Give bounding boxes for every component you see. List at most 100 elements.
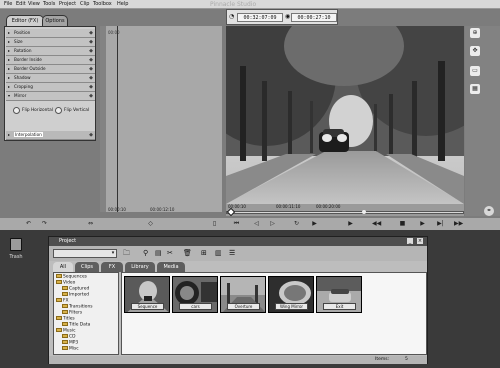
tab-all[interactable]: All — [53, 262, 73, 272]
fit-icon[interactable]: ⇔ — [86, 220, 95, 228]
timecode-bar: ◔ 00:32:07:09 ◉ 00:00:27:10 — [226, 9, 338, 25]
panel-row-border-inside[interactable]: ▸ Border Inside ◆ — [6, 56, 95, 65]
frame-forward-icon[interactable]: ▶| — [436, 220, 445, 228]
clip-thumbnail[interactable]: Exit — [316, 276, 362, 313]
minimize-icon[interactable]: _ — [407, 238, 413, 244]
tab-media[interactable]: Media — [157, 262, 185, 272]
view-icons-icon[interactable]: ⊞ — [201, 249, 210, 258]
panel-row-interpolation[interactable]: ▸ Interpolation ◆ — [6, 131, 95, 140]
redo-icon[interactable]: ↷ — [40, 220, 49, 228]
close-icon[interactable]: × — [417, 238, 423, 244]
stop-icon[interactable]: ■ — [398, 220, 407, 228]
menu-toolbox[interactable]: Toolbox — [93, 0, 112, 9]
tree-item-mp3[interactable]: MP3 — [62, 340, 78, 346]
panel-row-rotation[interactable]: ▸ Rotation ◆ — [6, 47, 95, 56]
panel-row-position[interactable]: ▸ Position ◆ — [6, 29, 95, 38]
tab-fx[interactable]: FX — [101, 262, 123, 272]
scrub-bar[interactable] — [226, 211, 464, 214]
undo-icon[interactable]: ↶ — [24, 220, 33, 228]
play-icon[interactable]: ▶ — [418, 220, 427, 228]
clip-label: Wing Mirror — [275, 303, 308, 310]
flip-horizontal-checkbox[interactable] — [13, 107, 20, 114]
panel-row-shadow[interactable]: ▸ Shadow ◆ — [6, 74, 95, 83]
tool-zoom-icon[interactable]: ⊕ — [470, 28, 480, 38]
clip-thumbnail[interactable]: Sequence — [124, 276, 170, 313]
tree-item-titles[interactable]: Titles — [56, 316, 75, 322]
tree-item-label: MP3 — [69, 340, 79, 346]
clip-label: cars — [179, 303, 212, 310]
loop-icon[interactable]: ↻ — [292, 220, 301, 228]
tree-item-video[interactable]: Video — [56, 280, 75, 286]
tool-safe-area-icon[interactable]: ▭ — [470, 66, 480, 76]
project-filter-select[interactable] — [53, 249, 117, 258]
next-keyframe-icon[interactable]: ▷ — [268, 220, 277, 228]
view-details-icon[interactable]: ▥ — [215, 249, 224, 258]
go-to-start-icon[interactable]: ⏮ — [232, 220, 241, 228]
menu-file[interactable]: File — [4, 0, 12, 9]
tool-pan-icon[interactable]: ✥ — [470, 46, 480, 56]
new-folder-icon[interactable]: ▤ — [155, 249, 164, 258]
menu-help[interactable]: Help — [117, 0, 128, 9]
step-icon[interactable]: ▶ — [310, 220, 319, 228]
clip-thumbnail[interactable]: Overture — [220, 276, 266, 313]
project-toolbar: ▾ 🗀 ⚲ ▤ ✂ 🗑 ⊞ ▥ ☰ — [49, 246, 427, 261]
tree-item-misc[interactable]: Misc — [62, 346, 79, 352]
trash-bin[interactable]: Trash — [6, 236, 26, 262]
tree-item-sequences[interactable]: Sequences — [56, 274, 87, 280]
clip-thumbnail[interactable]: cars — [172, 276, 218, 313]
tree-item-fx[interactable]: FX — [56, 298, 69, 304]
panel-row-size[interactable]: ▸ Size ◆ — [6, 38, 95, 47]
view-list-icon[interactable]: ☰ — [229, 249, 238, 258]
menu-clip[interactable]: Clip — [80, 0, 89, 9]
prev-keyframe-icon[interactable]: ◁ — [252, 220, 261, 228]
tree-item-music[interactable]: Music — [56, 328, 76, 334]
duration-timecode[interactable]: 00:32:07:09 — [237, 13, 283, 22]
menu-edit[interactable]: Edit — [16, 0, 26, 9]
cut-icon[interactable]: ✂ — [167, 249, 176, 258]
tree-item-captured[interactable]: Captured — [62, 286, 89, 292]
tab-clips[interactable]: Clips — [75, 262, 99, 272]
tab-options[interactable]: Options — [42, 15, 68, 26]
play-clip-icon[interactable]: ▶ — [346, 220, 355, 228]
panel-row-mirror[interactable]: ▾ Mirror ◆ — [6, 92, 95, 101]
tree-item-filters[interactable]: Filters — [62, 310, 82, 316]
flip-vertical-checkbox[interactable] — [55, 107, 62, 114]
tree-item-title-data[interactable]: Title Data — [62, 322, 90, 328]
menu-view[interactable]: View — [28, 0, 40, 9]
options-icon[interactable]: ◆ — [89, 56, 93, 64]
chevron-down-icon[interactable]: ▾ — [109, 249, 117, 258]
panel-row-border-outside[interactable]: ▸ Border Outside ◆ — [6, 65, 95, 74]
options-icon[interactable]: ◆ — [89, 29, 93, 37]
panel-row-cropping[interactable]: ▸ Cropping ◆ — [6, 83, 95, 92]
position-timecode[interactable]: 00:00:27:10 — [291, 13, 337, 22]
options-icon[interactable]: ◆ — [89, 83, 93, 91]
options-icon[interactable]: ◆ — [89, 38, 93, 46]
tab-library[interactable]: Library — [125, 262, 155, 272]
menu-tools[interactable]: Tools — [43, 0, 55, 9]
clip-thumbnail[interactable]: Wing Mirror — [268, 276, 314, 313]
expand-arrow-icon: ▸ — [8, 84, 11, 89]
options-icon[interactable]: ◆ — [89, 74, 93, 82]
delete-icon[interactable]: 🗑 — [183, 249, 192, 258]
tree-item-transitions[interactable]: Transitions — [62, 304, 93, 310]
options-icon[interactable]: ◆ — [89, 65, 93, 73]
options-icon[interactable]: ◆ — [89, 92, 93, 100]
flip-vertical-label: Flip Vertical — [64, 108, 90, 113]
add-keyframe-icon[interactable]: ◇ — [146, 220, 155, 228]
menu-project[interactable]: Project — [59, 0, 76, 9]
rewind-icon[interactable]: ◀◀ — [372, 220, 381, 228]
open-folder-icon[interactable]: 🗀 — [123, 249, 132, 258]
tree-item-cd[interactable]: CD — [62, 334, 75, 340]
search-icon[interactable]: ⚲ — [143, 249, 152, 258]
playhead-line[interactable] — [117, 26, 118, 212]
tree-item-imported[interactable]: Imported — [62, 292, 89, 298]
tab-editor[interactable]: Editor (FX) — [6, 15, 44, 26]
tool-grid-icon[interactable]: ▦ — [470, 84, 480, 94]
keyframe-marker[interactable] — [362, 210, 366, 214]
fast-forward-icon[interactable]: ▶▶ — [454, 220, 463, 228]
link-icon[interactable]: ⚭ — [484, 206, 494, 216]
expand-arrow-icon: ▸ — [8, 75, 11, 80]
options-icon[interactable]: ◆ — [89, 47, 93, 55]
options-icon[interactable]: ◆ — [89, 131, 93, 139]
delete-keyframe-icon[interactable]: ▯ — [210, 220, 219, 228]
